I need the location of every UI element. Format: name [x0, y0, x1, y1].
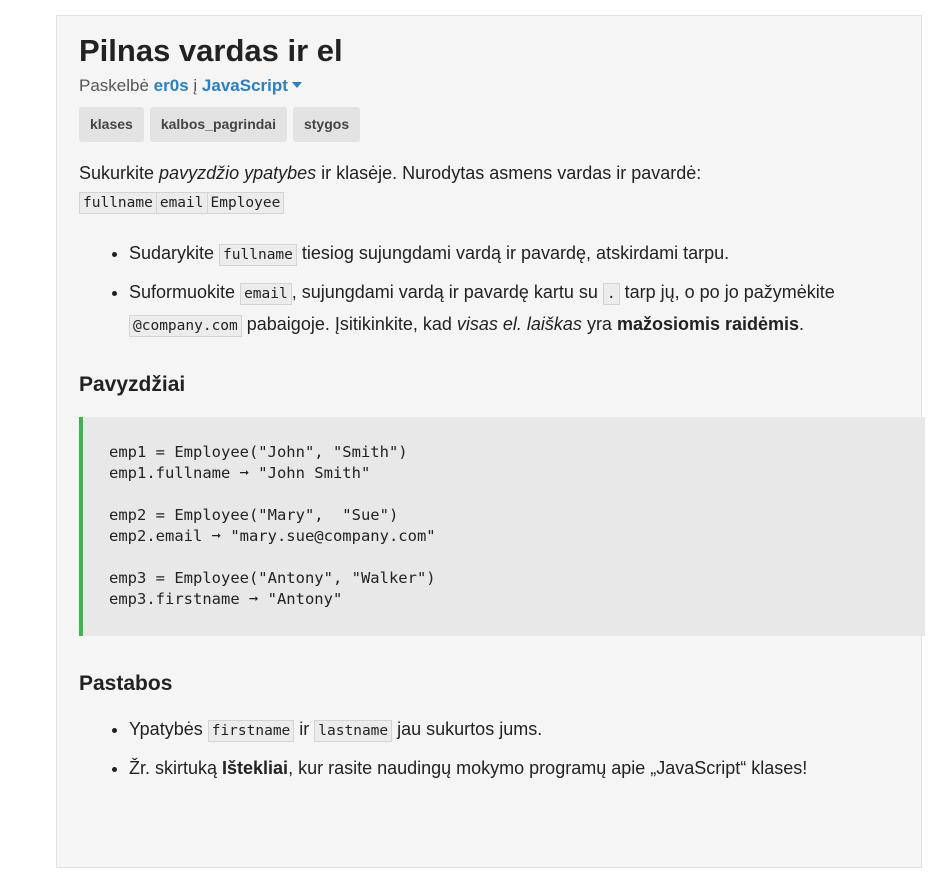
note1-code-firstname: firstname: [207, 720, 295, 742]
note1-text-b: ir: [294, 719, 315, 739]
posted-by-label: Paskelbė: [79, 76, 149, 95]
note-item: Žr. skirtuką Ištekliai, kur rasite naudi…: [129, 753, 899, 783]
note1-text-a: Ypatybės: [129, 719, 208, 739]
prop-email: email: [155, 192, 208, 214]
language-dropdown[interactable]: JavaScript: [202, 76, 302, 95]
req2-text-b: , sujungdami vardą ir pavardę kartu su: [291, 282, 603, 302]
tag-kalbos-pagrindai[interactable]: kalbos_pagrindai: [149, 107, 287, 142]
note1-code-lastname: lastname: [314, 720, 393, 742]
prop-fullname: fullname: [79, 192, 157, 214]
prop-employee: Employee: [206, 192, 285, 214]
req2-code-email: email: [240, 283, 292, 305]
req2-code-domain: @company.com: [129, 315, 242, 337]
property-list: fullname email Employee: [79, 192, 899, 214]
post-meta: Paskelbė er0s į JavaScript: [79, 75, 899, 97]
caret-down-icon[interactable]: [291, 82, 302, 88]
req2-emphasis: visas el. laiškas: [456, 314, 582, 334]
intro-part2: ir klasėje. Nurodytas asmens vardas ir p…: [316, 163, 702, 183]
req2-text-c: tarp jų, o po jo pažymėkite: [619, 282, 835, 302]
tag-klases[interactable]: klases: [79, 107, 144, 142]
notes-heading: Pastabos: [79, 672, 173, 695]
author-link[interactable]: er0s: [154, 76, 189, 95]
requirement-item: Sudarykite fullname tiesiog sujungdami v…: [129, 238, 899, 270]
in-label: į: [193, 76, 198, 95]
req2-text-d: pabaigoje. Įsitikinkite, kad: [241, 314, 457, 334]
req2-text-a: Suformuokite: [129, 282, 241, 302]
language-label[interactable]: JavaScript: [202, 76, 288, 95]
intro-text: Sukurkite pavyzdžio ypatybes ir klasėje.…: [79, 162, 899, 184]
req2-text-f: .: [799, 314, 805, 334]
tag-list: klases kalbos_pagrindai stygos: [79, 107, 899, 142]
page-title: Pilnas vardas ir el: [79, 33, 343, 68]
note2-text-b: , kur rasite naudingų mokymo programų ap…: [288, 758, 808, 778]
req1-text-b: tiesiog sujungdami vardą ir pavardę, ats…: [296, 243, 730, 263]
examples-heading: Pavyzdžiai: [79, 373, 186, 396]
note1-text-c: jau sukurtos jums.: [392, 719, 543, 739]
req2-text-e: yra: [581, 314, 617, 334]
req2-strong: mažosiomis raidėmis: [616, 314, 800, 334]
note-item: Ypatybės firstname ir lastname jau sukur…: [129, 714, 899, 746]
requirements-list: Sudarykite fullname tiesiog sujungdami v…: [79, 238, 899, 341]
intro-emphasis: pavyzdžio ypatybes: [159, 163, 317, 183]
notes-list: Ypatybės firstname ir lastname jau sukur…: [79, 714, 899, 783]
req1-code: fullname: [219, 244, 297, 266]
challenge-card: Pilnas vardas ir el Paskelbė er0s į Java…: [56, 15, 925, 868]
note2-text-a: Žr. skirtuką: [129, 758, 223, 778]
req2-code-dot: .: [602, 283, 620, 305]
resources-tab-link[interactable]: Ištekliai: [222, 758, 288, 778]
requirement-item: Suformuokite email, sujungdami vardą ir …: [129, 277, 899, 341]
tag-stygos[interactable]: stygos: [292, 107, 361, 142]
req1-text-a: Sudarykite: [129, 243, 220, 263]
intro-part1: Sukurkite: [79, 163, 160, 183]
example-code-block: emp1 = Employee("John", "Smith") emp1.fu…: [79, 417, 925, 636]
